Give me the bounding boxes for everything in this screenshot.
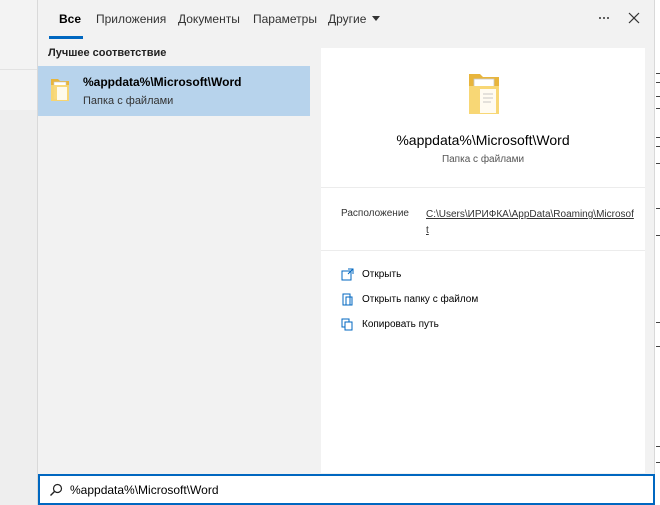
desktop-fragment	[656, 108, 660, 109]
detail-title: %appdata%\Microsoft\Word	[396, 132, 570, 148]
location-label: Расположение	[341, 208, 409, 219]
tab-apps[interactable]: Приложения	[96, 12, 166, 26]
search-icon	[50, 483, 63, 496]
search-input[interactable]	[70, 481, 630, 499]
open-label: Открыть	[362, 268, 402, 280]
desktop-fragment	[656, 462, 660, 463]
more-options-icon	[603, 17, 605, 19]
open-icon	[341, 268, 354, 280]
close-icon[interactable]	[625, 9, 643, 27]
tab-bar: Все Приложения Документы Параметры Други…	[38, 0, 654, 40]
more-options-button[interactable]	[592, 8, 616, 28]
desktop-fragment	[656, 73, 660, 74]
location-link[interactable]: C:\Users\ИРИФКА\AppData\Roaming\Microsof…	[426, 207, 636, 239]
desktop-left-strip	[0, 0, 37, 505]
open-folder-location-label: Открыть папку с файлом	[362, 293, 479, 305]
open-folder-location-icon	[342, 293, 353, 305]
open-action[interactable]: Открыть	[341, 264, 401, 284]
search-window: Все Приложения Документы Параметры Други…	[37, 0, 655, 505]
detail-subtitle: Папка с файлами	[441, 154, 525, 165]
result-subtitle: Папка с файлами	[83, 95, 174, 107]
folder-icon	[51, 79, 69, 101]
result-title: %appdata%\Microsoft\Word	[83, 75, 242, 89]
desktop-left-lower	[0, 110, 37, 505]
desktop-fragment	[656, 137, 660, 138]
open-folder-location-action[interactable]: Открыть папку с файлом	[341, 289, 478, 309]
tab-all[interactable]: Все	[59, 12, 81, 26]
folder-icon	[469, 74, 499, 114]
copy-path-label: Копировать путь	[362, 318, 439, 330]
desktop-fragment	[656, 146, 660, 147]
desktop-left-edge	[0, 60, 37, 70]
active-tab-indicator	[49, 36, 83, 39]
divider	[321, 187, 645, 188]
desktop-fragment	[656, 82, 660, 83]
tab-more-dropdown[interactable]: Другие	[328, 12, 381, 26]
chevron-down-icon	[372, 16, 381, 22]
desktop-fragment	[656, 163, 660, 164]
desktop-fragment	[656, 96, 660, 97]
tab-documents[interactable]: Документы	[178, 12, 240, 26]
desktop-fragment	[656, 208, 660, 209]
best-match-result[interactable]: %appdata%\Microsoft\Word Папка с файлами	[38, 66, 310, 116]
divider	[321, 250, 645, 251]
desktop-fragment	[656, 322, 660, 323]
detail-panel: %appdata%\Microsoft\Word Папка с файлами…	[321, 48, 645, 473]
tab-more-label: Другие	[328, 12, 367, 26]
copy-path-action[interactable]: Копировать путь	[341, 314, 439, 334]
desktop-fragment	[656, 446, 660, 447]
more-options-icon	[599, 17, 601, 19]
desktop-fragment	[656, 346, 660, 347]
best-match-heading: Лучшее соответствие	[48, 47, 167, 59]
search-box[interactable]	[38, 474, 655, 505]
copy-path-icon	[341, 318, 353, 330]
more-options-icon	[607, 17, 609, 19]
desktop-right-strip	[655, 0, 660, 505]
tab-settings[interactable]: Параметры	[253, 12, 317, 26]
desktop-fragment	[656, 235, 660, 236]
